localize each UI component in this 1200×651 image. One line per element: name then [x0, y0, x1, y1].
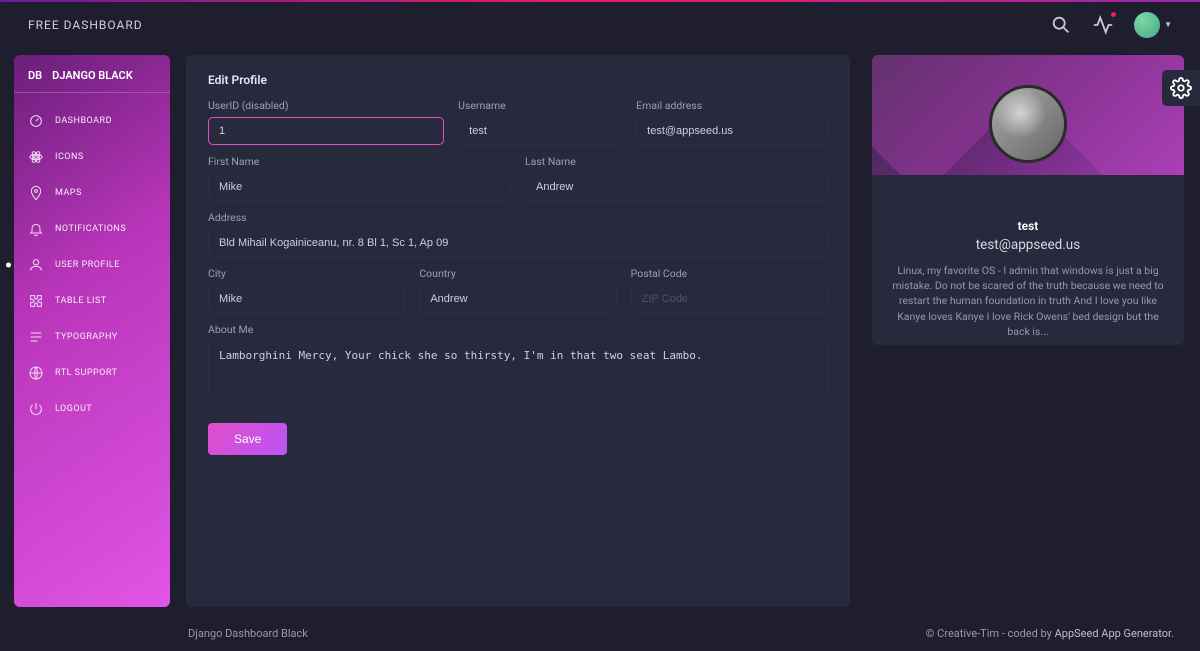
sidebar-item-table-list[interactable]: TABLE LIST: [14, 283, 170, 319]
address-label: Address: [208, 211, 828, 224]
profile-avatar: [989, 85, 1067, 163]
gauge-icon: [28, 113, 44, 129]
header: FREE DASHBOARD ▼: [0, 2, 1200, 47]
sidebar-item-label: TYPOGRAPHY: [55, 332, 118, 342]
email-label: Email address: [636, 99, 828, 112]
sidebar-item-label: RTL SUPPORT: [55, 368, 117, 378]
text-icon: [28, 329, 44, 345]
sidebar-item-maps[interactable]: MAPS: [14, 175, 170, 211]
pin-icon: [28, 185, 44, 201]
profile-name: test: [888, 219, 1168, 233]
sidebar-brand-short: DB: [28, 69, 42, 82]
lastname-field[interactable]: [525, 173, 828, 201]
sidebar-item-user-profile[interactable]: USER PROFILE: [14, 247, 170, 283]
userid-label: UserID (disabled): [208, 99, 444, 112]
sidebar-item-label: MAPS: [55, 188, 82, 198]
postal-label: Postal Code: [631, 267, 828, 280]
atom-icon: [28, 149, 44, 165]
about-label: About Me: [208, 323, 828, 336]
gear-icon: [1170, 77, 1192, 99]
username-field[interactable]: [458, 117, 622, 145]
sidebar-item-icons[interactable]: ICONS: [14, 139, 170, 175]
country-field[interactable]: [419, 285, 616, 313]
sidebar-item-label: ICONS: [55, 152, 84, 162]
city-field[interactable]: [208, 285, 405, 313]
footer-link[interactable]: AppSeed App Generator: [1055, 627, 1171, 640]
sidebar-brand: DJANGO BLACK: [52, 69, 133, 82]
profile-card: test test@appseed.us Linux, my favorite …: [872, 55, 1184, 345]
footer: Django Dashboard Black © Creative-Tim - …: [0, 615, 1200, 651]
about-field[interactable]: [208, 341, 828, 399]
bell-icon: [28, 221, 44, 237]
username-label: Username: [458, 99, 622, 112]
sidebar-item-label: LOGOUT: [55, 404, 92, 414]
user-icon: [28, 257, 44, 273]
search-icon[interactable]: [1050, 14, 1072, 36]
firstname-field[interactable]: [208, 173, 511, 201]
lastname-label: Last Name: [525, 155, 828, 168]
sidebar-item-rtl-support[interactable]: RTL SUPPORT: [14, 355, 170, 391]
sidebar: DB DJANGO BLACK DASHBOARD ICONS MAPS NOTIFI…: [14, 55, 170, 607]
firstname-label: First Name: [208, 155, 511, 168]
card-title: Edit Profile: [208, 73, 828, 87]
power-icon: [28, 401, 44, 417]
sidebar-item-typography[interactable]: TYPOGRAPHY: [14, 319, 170, 355]
profile-email: test@appseed.us: [888, 237, 1168, 253]
sidebar-item-label: NOTIFICATIONS: [55, 224, 126, 234]
footer-left: Django Dashboard Black: [188, 627, 308, 640]
footer-right: © Creative-Tim - coded by AppSeed App Ge…: [926, 627, 1174, 640]
postal-field[interactable]: [631, 285, 828, 313]
profile-bio: Linux, my favorite OS - I admin that win…: [888, 263, 1168, 339]
settings-toggle[interactable]: [1162, 70, 1200, 106]
save-button[interactable]: Save: [208, 423, 287, 455]
avatar: [1134, 12, 1160, 38]
user-menu[interactable]: ▼: [1134, 12, 1172, 38]
country-label: Country: [419, 267, 616, 280]
edit-profile-card: Edit Profile UserID (disabled) Username …: [186, 55, 850, 607]
globe-icon: [28, 365, 44, 381]
page-title: FREE DASHBOARD: [28, 18, 143, 32]
sidebar-item-logout[interactable]: LOGOUT: [14, 391, 170, 427]
sidebar-item-label: USER PROFILE: [55, 260, 120, 270]
city-label: City: [208, 267, 405, 280]
sidebar-item-label: DASHBOARD: [55, 116, 112, 126]
activity-icon[interactable]: [1092, 14, 1114, 36]
email-field[interactable]: [636, 117, 828, 145]
chevron-down-icon: ▼: [1164, 20, 1172, 29]
sidebar-item-notifications[interactable]: NOTIFICATIONS: [14, 211, 170, 247]
puzzle-icon: [28, 293, 44, 309]
sidebar-item-label: TABLE LIST: [55, 296, 107, 306]
sidebar-item-dashboard[interactable]: DASHBOARD: [14, 103, 170, 139]
userid-field: [208, 117, 444, 145]
address-field[interactable]: [208, 229, 828, 257]
